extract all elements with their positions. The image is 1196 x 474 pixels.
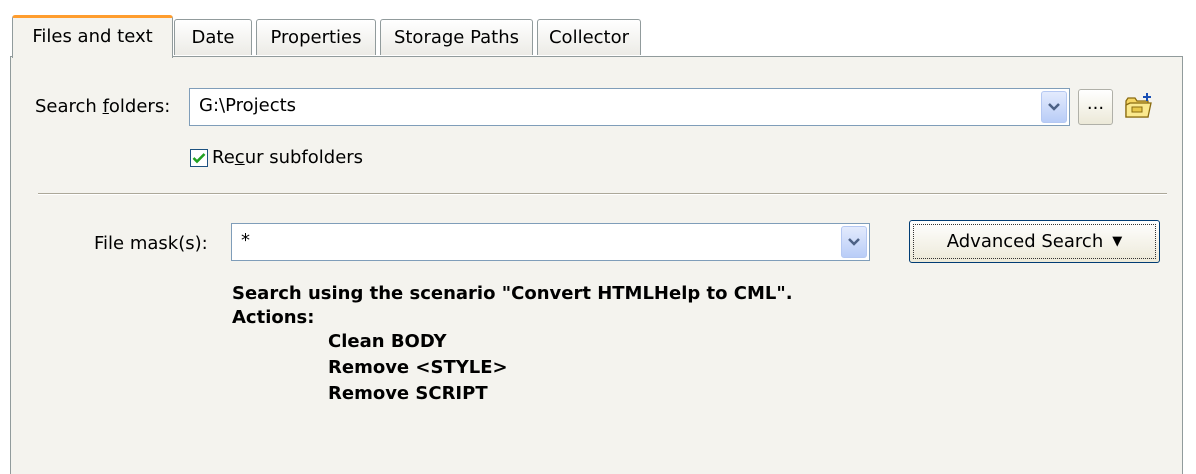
checkmark-icon xyxy=(192,153,206,164)
search-folders-dropdown-button[interactable] xyxy=(1041,91,1067,123)
tab-files-and-text[interactable]: Files and text xyxy=(12,15,173,58)
file-mask-label: File mask(s): xyxy=(94,233,208,254)
tab-label: Collector xyxy=(548,27,630,48)
browse-button[interactable]: ... xyxy=(1078,89,1113,125)
search-folders-combo[interactable]: G:\Projects xyxy=(189,88,1070,126)
file-mask-combo[interactable]: * xyxy=(231,223,870,261)
file-mask-value: * xyxy=(241,230,250,251)
action-item: Clean BODY xyxy=(328,331,447,352)
tab-label: Files and text xyxy=(32,26,153,47)
chevron-down-icon xyxy=(1048,103,1060,111)
tab-panel-files-and-text: Search folders: G:\Projects ... Recur su… xyxy=(10,56,1183,474)
tab-storage-paths[interactable]: Storage Paths xyxy=(380,19,533,55)
tab-properties[interactable]: Properties xyxy=(256,19,376,55)
search-folders-value: G:\Projects xyxy=(199,95,297,116)
file-mask-dropdown-button[interactable] xyxy=(841,226,867,258)
folder-add-icon xyxy=(1125,93,1152,118)
tab-label: Date xyxy=(191,27,235,48)
tab-collector[interactable]: Collector xyxy=(537,19,641,55)
section-divider xyxy=(38,193,1167,195)
advanced-search-button[interactable]: Advanced Search ▼ xyxy=(909,220,1160,263)
scenario-description: Search using the scenario "Convert HTMLH… xyxy=(232,283,793,304)
actions-label: Actions: xyxy=(232,307,315,328)
advanced-search-label: Advanced Search xyxy=(946,231,1104,252)
dropdown-arrow-icon: ▼ xyxy=(1112,234,1123,249)
action-item: Remove SCRIPT xyxy=(328,383,488,404)
add-folder-button[interactable] xyxy=(1119,87,1159,125)
recur-subfolders-checkbox[interactable] xyxy=(190,149,208,167)
browse-button-label: ... xyxy=(1086,92,1105,114)
tab-label: Storage Paths xyxy=(393,27,520,48)
action-item: Remove <STYLE> xyxy=(328,357,508,378)
recur-subfolders-label[interactable]: Recur subfolders xyxy=(212,147,363,168)
tab-date[interactable]: Date xyxy=(174,19,252,55)
search-folders-label: Search folders: xyxy=(35,96,171,117)
chevron-down-icon xyxy=(848,238,860,246)
tab-label: Properties xyxy=(270,27,362,48)
